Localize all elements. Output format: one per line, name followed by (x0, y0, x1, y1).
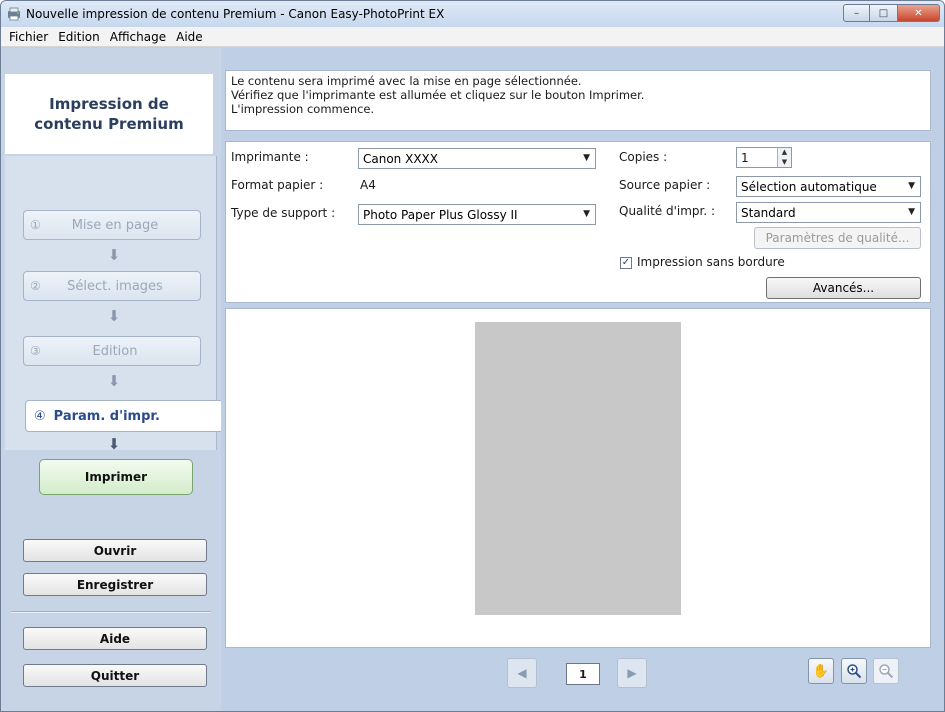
instruction-message: Le contenu sera imprimé avec la mise en … (225, 70, 931, 131)
maximize-button[interactable]: □ (870, 4, 897, 22)
sidebar-title-line1: Impression de (49, 95, 169, 113)
step-number: ② (30, 279, 41, 293)
printer-label: Imprimante : (231, 150, 309, 164)
step-number: ③ (30, 344, 41, 358)
quit-button[interactable]: Quitter (23, 664, 207, 687)
step-edition[interactable]: ③ Edition (23, 336, 201, 366)
window-controls: – □ ✕ (843, 4, 940, 22)
save-button[interactable]: Enregistrer (23, 573, 207, 596)
spin-down-icon[interactable]: ▼ (778, 157, 791, 167)
media-type-value: Photo Paper Plus Glossy II (363, 207, 518, 222)
borderless-label: Impression sans bordure (637, 255, 785, 269)
chevron-down-icon: ▼ (908, 181, 915, 191)
message-line: Le contenu sera imprimé avec la mise en … (231, 74, 582, 88)
triangle-right-icon: ▶ (627, 666, 637, 680)
chevron-down-icon: ▼ (583, 153, 590, 163)
step-label: Mise en page (71, 217, 159, 233)
menu-affichage[interactable]: Affichage (105, 30, 171, 44)
menu-fichier[interactable]: Fichier (4, 30, 53, 44)
printer-value: Canon XXXX (363, 151, 438, 166)
close-icon: ✕ (914, 7, 923, 19)
menu-bar: Fichier Edition Affichage Aide (1, 27, 944, 47)
copies-value: 1 (741, 150, 749, 165)
media-type-select[interactable]: Photo Paper Plus Glossy II ▼ (358, 204, 596, 225)
copies-label: Copies : (619, 150, 668, 164)
previous-page-button[interactable]: ◀ (507, 658, 537, 688)
arrow-down-icon: ⬇ (107, 435, 121, 453)
advanced-button[interactable]: Avancés... (766, 277, 921, 299)
hand-icon: ✋ (812, 663, 830, 679)
sidebar: Impression de contenu Premium ① Mise en … (1, 48, 221, 711)
maximize-icon: □ (878, 7, 889, 19)
menu-edition[interactable]: Edition (53, 30, 105, 44)
media-type-label: Type de support : (231, 206, 336, 220)
page-preview (475, 322, 681, 615)
app-window: Nouvelle impression de contenu Premium -… (0, 0, 945, 712)
copies-stepper[interactable]: 1 ▲ ▼ (736, 147, 792, 168)
borderless-checkbox[interactable]: ✓ (620, 257, 632, 269)
open-button[interactable]: Ouvrir (23, 539, 207, 562)
message-line: Vérifiez que l'imprimante est allumée et… (231, 88, 645, 102)
minimize-icon: – (854, 7, 859, 19)
page-number-field[interactable]: 1 (566, 663, 600, 685)
preview-navigation: ◀ 1 ▶ ✋ (225, 649, 931, 703)
help-button[interactable]: Aide (23, 627, 207, 650)
step-param-impr[interactable]: ④ Param. d'impr. (25, 400, 221, 432)
arrow-down-icon: ⬇ (107, 372, 121, 390)
minimize-button[interactable]: – (843, 4, 870, 22)
sidebar-divider (11, 611, 211, 613)
print-settings-panel: Imprimante : Canon XXXX ▼ Format papier … (225, 141, 931, 303)
spin-buttons: ▲ ▼ (777, 148, 791, 167)
message-line: L'impression commence. (231, 102, 375, 116)
sidebar-title-line2: contenu Premium (34, 115, 184, 133)
paper-size-label: Format papier : (231, 178, 324, 192)
print-button[interactable]: Imprimer (39, 459, 193, 495)
quality-settings-button[interactable]: Paramètres de qualité... (754, 227, 921, 249)
chevron-down-icon: ▼ (583, 209, 590, 219)
paper-size-value: A4 (360, 178, 376, 192)
step-mise-en-page[interactable]: ① Mise en page (23, 210, 201, 240)
chevron-down-icon: ▼ (908, 207, 915, 217)
triangle-left-icon: ◀ (517, 666, 527, 680)
page-number: 1 (579, 667, 587, 681)
step-number: ① (30, 218, 41, 232)
step-label: Sélect. images (67, 278, 163, 294)
zoom-out-button[interactable] (873, 658, 899, 684)
quality-select[interactable]: Standard ▼ (736, 202, 921, 223)
print-preview-area (225, 308, 931, 648)
step-label: Edition (92, 343, 138, 359)
paper-source-value: Sélection automatique (741, 179, 877, 194)
arrow-down-icon: ⬇ (107, 307, 121, 325)
quality-value: Standard (741, 205, 796, 220)
next-page-button[interactable]: ▶ (617, 658, 647, 688)
zoom-in-icon (847, 664, 862, 679)
printer-select[interactable]: Canon XXXX ▼ (358, 148, 596, 169)
step-label: Param. d'impr. (53, 408, 160, 424)
close-button[interactable]: ✕ (897, 4, 940, 22)
arrow-down-icon: ⬇ (107, 246, 121, 264)
title-bar[interactable]: Nouvelle impression de contenu Premium -… (1, 1, 944, 27)
app-icon (7, 7, 21, 21)
zoom-out-icon (879, 664, 894, 679)
quality-label: Qualité d'impr. : (619, 204, 716, 218)
sidebar-header: Impression de contenu Premium (5, 74, 213, 154)
paper-source-label: Source papier : (619, 178, 711, 192)
hand-tool-button[interactable]: ✋ (808, 658, 834, 684)
menu-aide[interactable]: Aide (171, 30, 208, 44)
step-select-images[interactable]: ② Sélect. images (23, 271, 201, 301)
window-title: Nouvelle impression de contenu Premium -… (26, 7, 445, 21)
step-number: ④ (34, 408, 46, 424)
paper-source-select[interactable]: Sélection automatique ▼ (736, 176, 921, 197)
zoom-in-button[interactable] (841, 658, 867, 684)
spin-up-icon[interactable]: ▲ (778, 148, 791, 158)
